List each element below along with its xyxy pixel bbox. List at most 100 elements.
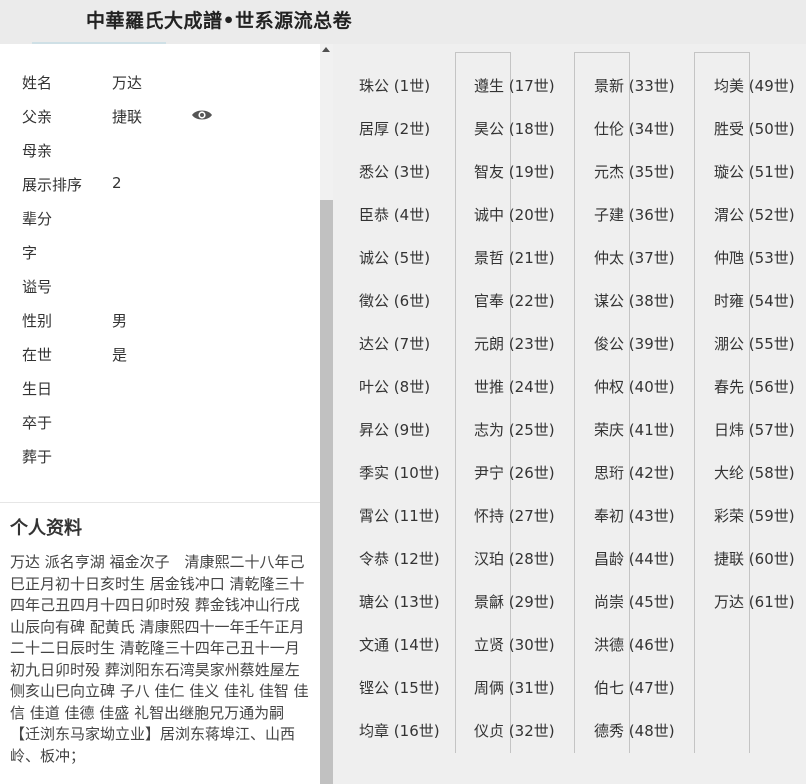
lineage-panel: 珠公 (1世) 居厚 (2世) 悉公 (3世) 臣恭 (4世) 诚公 (5世) 徵公 (6… — [333, 44, 806, 784]
ancestor-name: 仲太 — [594, 249, 625, 267]
ancestor-name: 伯七 — [594, 679, 625, 697]
generation-link[interactable]: 仪贞 (32世) — [474, 720, 555, 741]
generation-number: (10世) — [393, 464, 440, 482]
field-value: 2 — [112, 174, 122, 192]
generation-link[interactable]: 居厚 (2世) — [359, 118, 430, 139]
generation-link[interactable]: 万达 (61世) — [714, 591, 795, 612]
generation-link[interactable]: 仲权 (40世) — [594, 376, 675, 397]
generation-number: (14世) — [393, 636, 440, 654]
ancestor-name: 大纶 — [714, 464, 745, 482]
generation-link[interactable]: 尹宁 (26世) — [474, 462, 555, 483]
generation-link[interactable]: 渭公 (52世) — [714, 204, 795, 225]
generation-link[interactable]: 志为 (25世) — [474, 419, 555, 440]
eye-icon[interactable] — [191, 108, 213, 122]
generation-number: (22世) — [508, 292, 555, 310]
generation-link[interactable]: 彩荣 (59世) — [714, 505, 795, 526]
generation-link[interactable]: 霄公 (11世) — [359, 505, 440, 526]
generation-link[interactable]: 叶公 (8世) — [359, 376, 430, 397]
generation-link[interactable]: 胜受 (50世) — [714, 118, 795, 139]
generation-link[interactable]: 怀持 (27世) — [474, 505, 555, 526]
generation-link[interactable]: 昊公 (18世) — [474, 118, 555, 139]
generation-link[interactable]: 仲虺 (53世) — [714, 247, 795, 268]
generation-link[interactable]: 臣恭 (4世) — [359, 204, 430, 225]
generation-link[interactable]: 汉珀 (28世) — [474, 548, 555, 569]
scrollbar-thumb[interactable] — [320, 200, 333, 784]
generation-link[interactable]: 大纶 (58世) — [714, 462, 795, 483]
generation-link[interactable]: 日炜 (57世) — [714, 419, 795, 440]
generation-number: (13世) — [393, 593, 440, 611]
ancestor-name: 俊公 — [594, 335, 625, 353]
generation-number: (53世) — [748, 249, 795, 267]
field-label: 展示排序 — [22, 176, 83, 194]
generation-link[interactable]: 智友 (19世) — [474, 161, 555, 182]
generation-link[interactable]: 瑭公 (13世) — [359, 591, 440, 612]
generation-link[interactable]: 谋公 (38世) — [594, 290, 675, 311]
generation-link[interactable]: 思珩 (42世) — [594, 462, 675, 483]
generation-link[interactable]: 璇公 (51世) — [714, 161, 795, 182]
generation-number: (59世) — [748, 507, 795, 525]
generation-link[interactable]: 达公 (7世) — [359, 333, 430, 354]
generation-link[interactable]: 官奉 (22世) — [474, 290, 555, 311]
generation-link[interactable]: 文通 (14世) — [359, 634, 440, 655]
generation-number: (1世) — [393, 77, 431, 95]
generation-link[interactable]: 淜公 (55世) — [714, 333, 795, 354]
generation-link[interactable]: 徵公 (6世) — [359, 290, 430, 311]
generation-number: (33世) — [628, 77, 675, 95]
generation-link[interactable]: 昌龄 (44世) — [594, 548, 675, 569]
ancestor-name: 昊公 — [474, 120, 505, 138]
ancestor-name: 日炜 — [714, 421, 745, 439]
generation-link[interactable]: 元杰 (35世) — [594, 161, 675, 182]
ancestor-name: 捷联 — [714, 550, 745, 568]
ancestor-name: 昇公 — [359, 421, 390, 439]
generation-link[interactable]: 景龢 (29世) — [474, 591, 555, 612]
generation-link[interactable]: 捷联 (60世) — [714, 548, 795, 569]
generation-link[interactable]: 铿公 (15世) — [359, 677, 440, 698]
generation-number: (9世) — [393, 421, 431, 439]
generation-link[interactable]: 均美 (49世) — [714, 75, 795, 96]
generation-link[interactable]: 元朗 (23世) — [474, 333, 555, 354]
generation-link[interactable]: 时雍 (54世) — [714, 290, 795, 311]
ancestor-name: 万达 — [714, 593, 745, 611]
generation-link[interactable]: 景新 (33世) — [594, 75, 675, 96]
generation-number: (2世) — [393, 120, 431, 138]
generation-link[interactable]: 奉初 (43世) — [594, 505, 675, 526]
ancestor-name: 珠公 — [359, 77, 390, 95]
field-label: 葬于 — [22, 448, 53, 466]
generation-link[interactable]: 立贤 (30世) — [474, 634, 555, 655]
generation-link[interactable]: 仕伦 (34世) — [594, 118, 675, 139]
ancestor-name: 智友 — [474, 163, 505, 181]
generation-link[interactable]: 尚崇 (45世) — [594, 591, 675, 612]
generation-link[interactable]: 悉公 (3世) — [359, 161, 430, 182]
generation-number: (11世) — [393, 507, 440, 525]
ancestor-name: 元杰 — [594, 163, 625, 181]
scrollbar[interactable] — [320, 44, 333, 784]
generation-link[interactable]: 昇公 (9世) — [359, 419, 430, 440]
generation-link[interactable]: 仲太 (37世) — [594, 247, 675, 268]
generation-link[interactable]: 遵生 (17世) — [474, 75, 555, 96]
page-title: 中華羅氏大成譜•世系源流总卷 — [86, 10, 353, 32]
generation-link[interactable]: 均章 (16世) — [359, 720, 440, 741]
field-value: 捷联 — [112, 108, 143, 126]
generation-link[interactable]: 春先 (56世) — [714, 376, 795, 397]
generation-link[interactable]: 洪德 (46世) — [594, 634, 675, 655]
generation-link[interactable]: 周俩 (31世) — [474, 677, 555, 698]
generation-link[interactable]: 俊公 (39世) — [594, 333, 675, 354]
generation-link[interactable]: 德秀 (48世) — [594, 720, 675, 741]
generation-number: (26世) — [508, 464, 555, 482]
generation-number: (15世) — [393, 679, 440, 697]
generation-link[interactable]: 世推 (24世) — [474, 376, 555, 397]
field-value: 万达 — [112, 74, 143, 92]
generation-link[interactable]: 诚中 (20世) — [474, 204, 555, 225]
generation-link[interactable]: 子建 (36世) — [594, 204, 675, 225]
generation-link[interactable]: 令恭 (12世) — [359, 548, 440, 569]
ancestor-name: 尚崇 — [594, 593, 625, 611]
generation-link[interactable]: 伯七 (47世) — [594, 677, 675, 698]
generation-link[interactable]: 季实 (10世) — [359, 462, 440, 483]
generation-link[interactable]: 诚公 (5世) — [359, 247, 430, 268]
generation-link[interactable]: 景哲 (21世) — [474, 247, 555, 268]
scroll-up-arrow-icon[interactable] — [322, 47, 330, 52]
generation-link[interactable]: 珠公 (1世) — [359, 75, 430, 96]
field-label: 卒于 — [22, 414, 53, 432]
ancestor-name: 仲虺 — [714, 249, 745, 267]
generation-link[interactable]: 荣庆 (41世) — [594, 419, 675, 440]
